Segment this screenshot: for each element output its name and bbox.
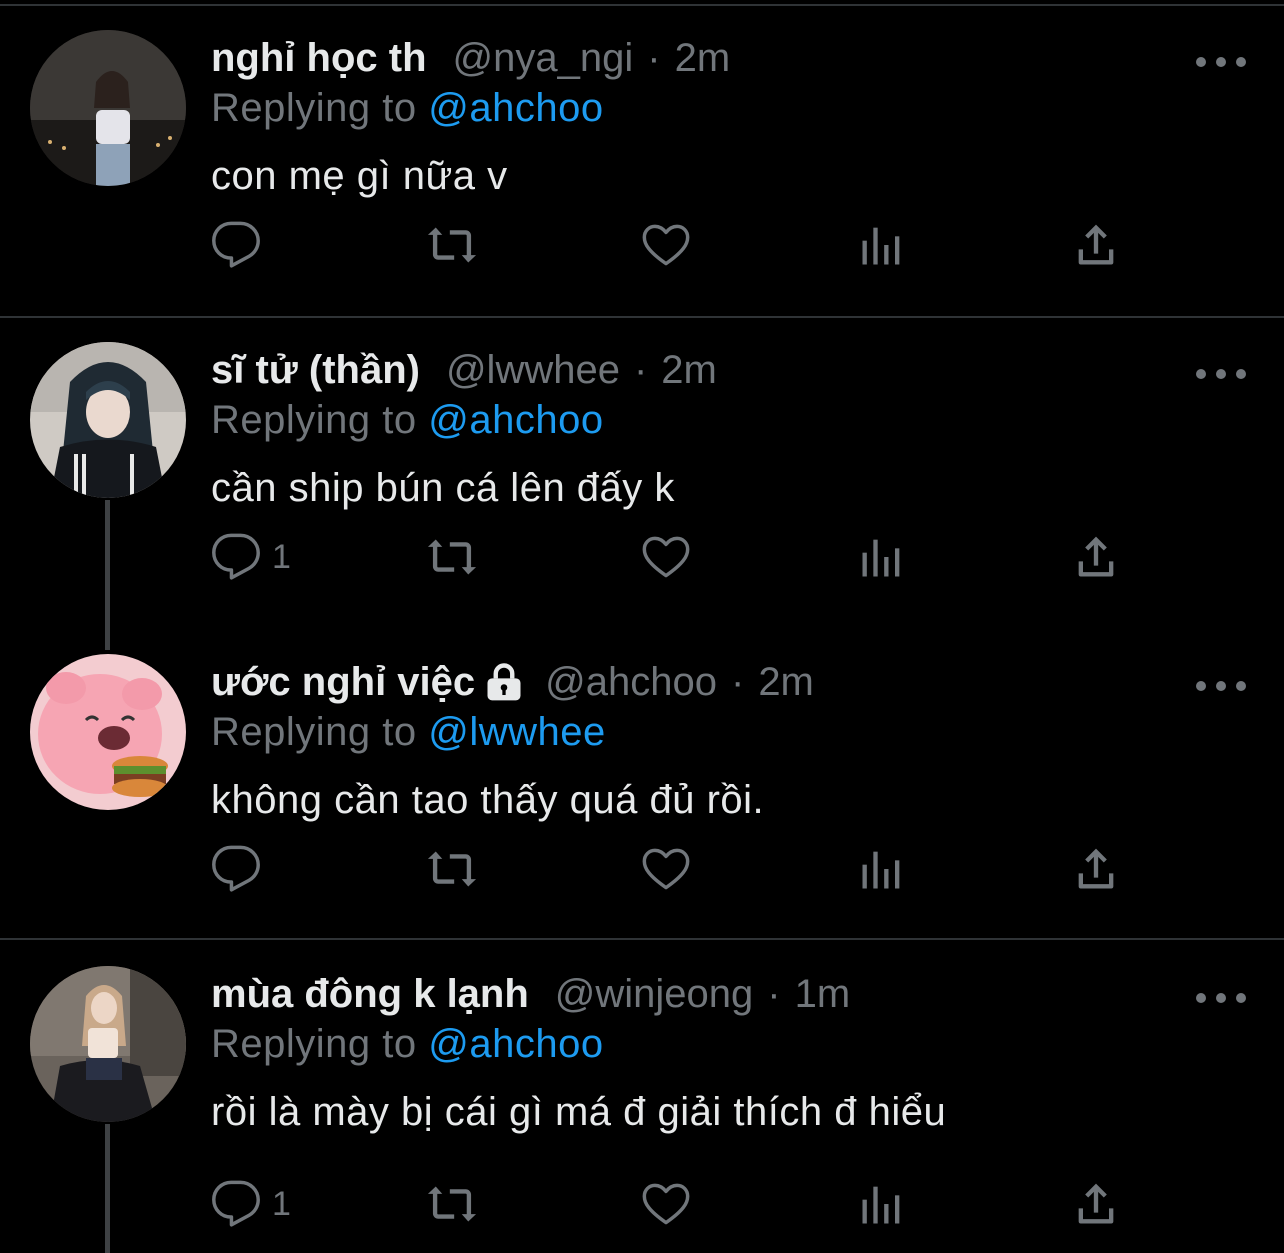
analytics-icon	[862, 851, 900, 889]
display-name[interactable]: nghỉ học th	[211, 36, 427, 81]
replying-prefix: Replying to	[211, 86, 417, 130]
reply-count: 1	[272, 537, 291, 576]
tweet-header: sĩ tử (thần) @lwwhee · 2m	[211, 342, 717, 398]
avatar[interactable]	[30, 966, 186, 1122]
reply-icon	[212, 1180, 260, 1227]
retweet-icon	[427, 851, 477, 887]
handle[interactable]: @winjeong	[555, 972, 754, 1017]
reply-icon	[212, 533, 260, 580]
like-button[interactable]	[640, 527, 692, 587]
display-name[interactable]: mùa đông k lạnh	[211, 972, 529, 1017]
more-options-icon[interactable]	[1196, 988, 1246, 1008]
separator-dot: ·	[730, 659, 745, 704]
replying-prefix: Replying to	[211, 1022, 417, 1066]
analytics-button[interactable]	[856, 527, 908, 587]
analytics-button[interactable]	[856, 1174, 908, 1234]
avatar[interactable]	[30, 342, 186, 498]
handle[interactable]: @ahchoo	[545, 660, 717, 705]
top-divider	[0, 4, 1284, 6]
protected-lock-icon	[487, 663, 521, 701]
retweet-icon	[427, 227, 477, 263]
display-name[interactable]: sĩ tử (thần)	[211, 348, 420, 393]
like-icon	[642, 224, 690, 266]
tweet-text: không cần tao thấy quá đủ rồi.	[211, 778, 765, 822]
tweet[interactable]: nghỉ học th @nya_ngi · 2m Replying to @a…	[0, 30, 1284, 288]
timestamp[interactable]: 2m	[661, 348, 717, 393]
tweet-header: nghỉ học th @nya_ngi · 2m	[211, 30, 730, 86]
share-button[interactable]	[1070, 839, 1122, 899]
reply-icon	[212, 221, 260, 268]
tweet-text: cần ship bún cá lên đấy k	[211, 466, 675, 510]
tweet-text: con mẹ gì nữa v	[211, 154, 508, 198]
reply-button[interactable]	[210, 839, 272, 899]
mention-link[interactable]: @ahchoo	[428, 398, 603, 442]
analytics-button[interactable]	[856, 839, 908, 899]
tweet[interactable]: ước nghỉ việc @ahchoo · 2m Replying to @…	[0, 654, 1284, 912]
timestamp[interactable]: 2m	[675, 36, 731, 81]
reply-button[interactable]: 1	[210, 527, 291, 587]
like-icon	[642, 536, 690, 578]
action-bar	[0, 839, 1284, 899]
share-button[interactable]	[1070, 1174, 1122, 1234]
mention-link[interactable]: @lwwhee	[428, 710, 606, 754]
tweet-divider	[0, 938, 1284, 940]
reply-button[interactable]: 1	[210, 1174, 291, 1234]
like-icon	[642, 848, 690, 890]
timestamp[interactable]: 1m	[795, 972, 851, 1017]
separator-dot: ·	[767, 971, 781, 1016]
tweet-header: ước nghỉ việc @ahchoo · 2m	[211, 654, 814, 710]
more-options-icon[interactable]	[1196, 364, 1246, 384]
action-bar: 1	[0, 527, 1284, 587]
action-bar	[0, 215, 1284, 275]
replying-to-line: Replying to @ahchoo	[211, 86, 604, 131]
more-options-icon[interactable]	[1196, 52, 1246, 72]
avatar[interactable]	[30, 30, 186, 186]
retweet-button[interactable]	[426, 839, 478, 899]
replying-prefix: Replying to	[211, 710, 417, 754]
reply-count: 1	[272, 1184, 291, 1223]
share-icon	[1078, 848, 1114, 889]
action-bar: 1	[0, 1174, 1284, 1234]
retweet-icon	[427, 1186, 477, 1222]
avatar[interactable]	[30, 654, 186, 810]
retweet-button[interactable]	[426, 215, 478, 275]
like-icon	[642, 1183, 690, 1225]
tweet-divider	[0, 316, 1284, 318]
tweet[interactable]: mùa đông k lạnh @winjeong · 1m Replying …	[0, 966, 1284, 1253]
replying-to-line: Replying to @ahchoo	[211, 1022, 604, 1067]
analytics-icon	[862, 1186, 900, 1224]
share-button[interactable]	[1070, 215, 1122, 275]
replying-to-line: Replying to @lwwhee	[211, 710, 606, 755]
display-name[interactable]: ước nghỉ việc	[211, 660, 475, 705]
separator-dot: ·	[647, 35, 661, 80]
analytics-icon	[862, 227, 900, 265]
share-button[interactable]	[1070, 527, 1122, 587]
analytics-icon	[862, 539, 900, 577]
reply-icon	[212, 845, 260, 892]
retweet-button[interactable]	[426, 527, 478, 587]
retweet-icon	[427, 539, 477, 575]
separator-dot: ·	[633, 347, 648, 392]
replying-to-line: Replying to @ahchoo	[211, 398, 604, 443]
retweet-button[interactable]	[426, 1174, 478, 1234]
tweet-text: rồi là mày bị cái gì má đ giải thích đ h…	[211, 1090, 947, 1134]
more-options-icon[interactable]	[1196, 676, 1246, 696]
share-icon	[1078, 536, 1114, 577]
replying-prefix: Replying to	[211, 398, 417, 442]
analytics-button[interactable]	[856, 215, 908, 275]
tweet-header: mùa đông k lạnh @winjeong · 1m	[211, 966, 850, 1022]
share-icon	[1078, 224, 1114, 265]
like-button[interactable]	[640, 1174, 692, 1234]
mention-link[interactable]: @ahchoo	[428, 86, 603, 130]
like-button[interactable]	[640, 215, 692, 275]
handle[interactable]: @nya_ngi	[453, 36, 634, 81]
reply-button[interactable]	[210, 215, 272, 275]
mention-link[interactable]: @ahchoo	[428, 1022, 603, 1066]
like-button[interactable]	[640, 839, 692, 899]
timestamp[interactable]: 2m	[758, 660, 814, 705]
share-icon	[1078, 1183, 1114, 1224]
tweet[interactable]: sĩ tử (thần) @lwwhee · 2m Replying to @a…	[0, 342, 1284, 600]
handle[interactable]: @lwwhee	[446, 348, 620, 393]
